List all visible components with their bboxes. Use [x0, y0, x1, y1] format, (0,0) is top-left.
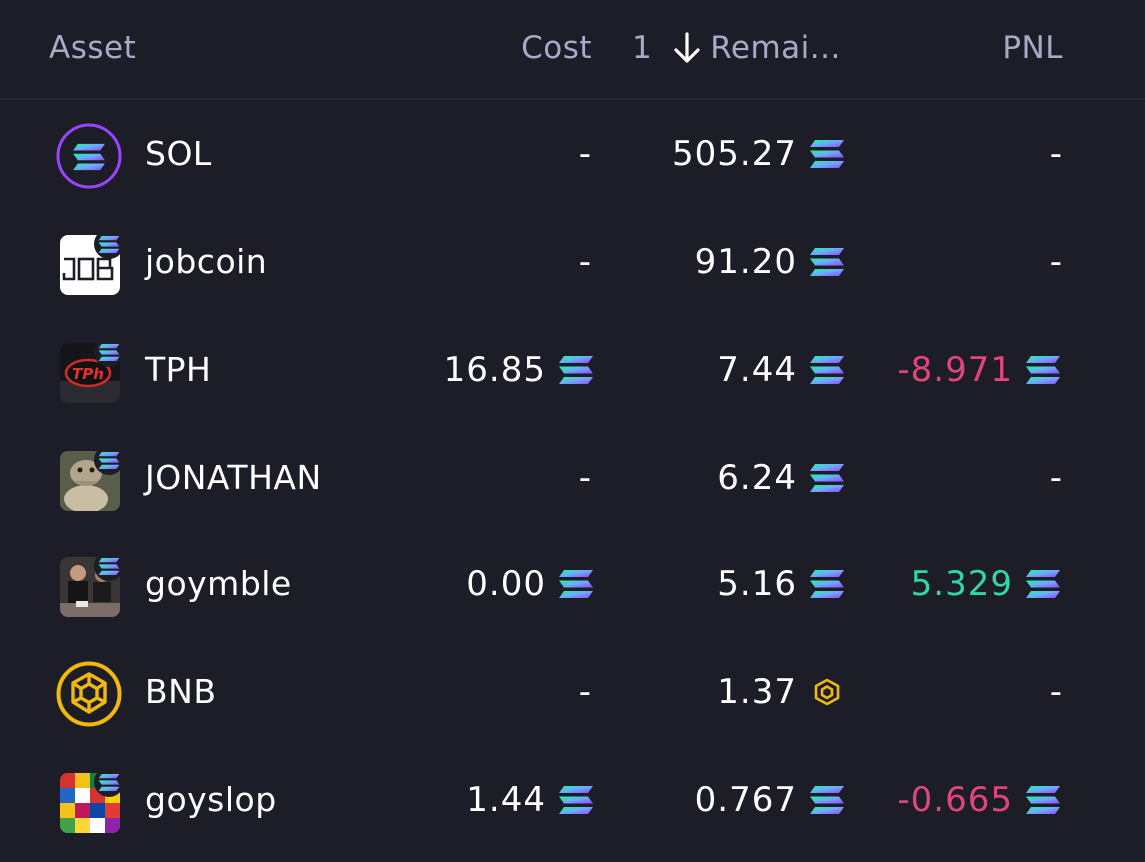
- pnl-value: -: [1049, 134, 1063, 174]
- pnl-amount: -8.971: [897, 350, 1013, 390]
- sol-badge-icon: [94, 445, 124, 475]
- pnl-value: 5.329: [911, 564, 1061, 604]
- remaining-label: Remai...: [710, 30, 841, 66]
- asset-name: BNB: [145, 672, 217, 711]
- jonathan-logo: [57, 445, 124, 512]
- cost-value: -: [578, 672, 592, 712]
- sol-badge-icon: [94, 229, 124, 259]
- jobcoin-logo: [57, 229, 124, 296]
- asset-name: goyslop: [145, 780, 277, 819]
- asset-name: jobcoin: [145, 242, 268, 281]
- cost-value: 1.44: [466, 780, 594, 820]
- sol-icon: [1026, 786, 1060, 814]
- table-row[interactable]: SOL - 505.27 -: [0, 100, 1145, 208]
- sol-badge-icon: [94, 337, 124, 367]
- goyslop-logo: [57, 767, 124, 834]
- goymble-logo: [57, 551, 124, 618]
- asset-name: JONATHAN: [145, 458, 322, 497]
- remaining-amount: 5.16: [717, 564, 797, 604]
- asset-name: TPH: [145, 350, 212, 389]
- sol-badge-icon: [94, 767, 124, 797]
- sol-icon: [559, 356, 593, 384]
- sol-icon: [810, 464, 844, 492]
- remaining-amount: 505.27: [672, 134, 797, 174]
- remaining-value: 6.24: [717, 458, 845, 498]
- sol-icon: [559, 786, 593, 814]
- tph-logo: TPh: [57, 337, 124, 404]
- remaining-amount: 7.44: [717, 350, 797, 390]
- cost-value: -: [578, 134, 592, 174]
- table-row[interactable]: goymble 0.00 5.16 5.329: [0, 530, 1145, 638]
- asset-name: SOL: [145, 134, 212, 173]
- pnl-amount: 5.329: [910, 564, 1013, 604]
- bnb-logo: [56, 661, 122, 727]
- asset-name: goymble: [145, 564, 292, 603]
- pnl-value: -: [1049, 242, 1063, 282]
- table-header: Asset Cost 1 Remai... PNL: [0, 0, 1145, 100]
- column-header-pnl[interactable]: PNL: [1002, 28, 1063, 68]
- table-row[interactable]: goyslop 1.44 0.767 -0.665: [0, 746, 1145, 854]
- sol-icon: [810, 570, 844, 598]
- remaining-value: 0.767: [695, 780, 845, 820]
- pnl-value: -8.971: [897, 350, 1061, 390]
- sort-priority-number: 1: [632, 30, 653, 66]
- cost-amount: 0.00: [466, 564, 546, 604]
- table-row[interactable]: TPh TPH 16.85 7.44 -8.971: [0, 316, 1145, 424]
- table-row[interactable]: JONATHAN - 6.24 -: [0, 424, 1145, 532]
- remaining-value: 5.16: [717, 564, 845, 604]
- pnl-value: -: [1049, 458, 1063, 498]
- sol-icon: [810, 140, 844, 168]
- column-header-asset[interactable]: Asset: [49, 28, 136, 68]
- cost-value: -: [578, 458, 592, 498]
- sol-logo: [56, 123, 122, 189]
- pnl-amount: -0.665: [897, 780, 1013, 820]
- cost-value: 0.00: [466, 564, 594, 604]
- table-row[interactable]: BNB - 1.37 -: [0, 638, 1145, 746]
- arrow-down-icon[interactable]: [672, 31, 702, 65]
- remaining-value: 91.20: [695, 242, 845, 282]
- remaining-value: 505.27: [672, 134, 845, 174]
- remaining-amount: 1.37: [717, 672, 797, 712]
- cost-value: -: [578, 242, 592, 282]
- sol-icon: [810, 248, 844, 276]
- sol-icon: [1026, 356, 1060, 384]
- remaining-value: 1.37: [717, 672, 845, 712]
- bnb-icon: [814, 678, 840, 706]
- column-header-remaining[interactable]: 1 Remai...: [632, 28, 841, 68]
- remaining-value: 7.44: [717, 350, 845, 390]
- sol-icon: [810, 356, 844, 384]
- cost-amount: 16.85: [443, 350, 546, 390]
- remaining-amount: 91.20: [694, 242, 797, 282]
- remaining-amount: 0.767: [694, 780, 797, 820]
- pnl-value: -: [1049, 672, 1063, 712]
- sol-icon: [559, 570, 593, 598]
- sol-badge-icon: [94, 551, 124, 581]
- cost-amount: 1.44: [466, 780, 546, 820]
- remaining-amount: 6.24: [717, 458, 797, 498]
- svg-text:TPh: TPh: [72, 365, 104, 383]
- table-row[interactable]: jobcoin - 91.20 -: [0, 208, 1145, 316]
- sol-icon: [1026, 570, 1060, 598]
- cost-value: 16.85: [444, 350, 594, 390]
- pnl-value: -0.665: [897, 780, 1061, 820]
- column-header-cost[interactable]: Cost: [521, 28, 592, 68]
- sol-icon: [810, 786, 844, 814]
